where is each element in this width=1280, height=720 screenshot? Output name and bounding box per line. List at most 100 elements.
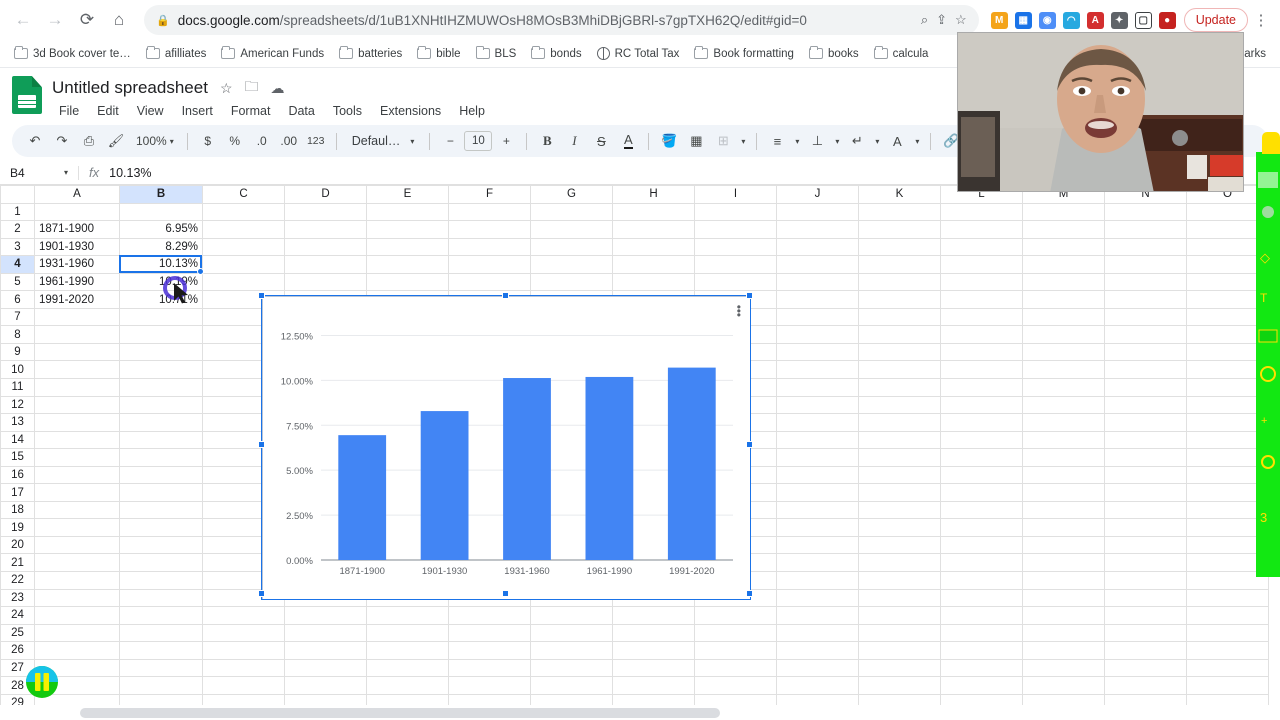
cell-L14[interactable] [940, 430, 1023, 450]
cell-B24[interactable] [119, 606, 203, 625]
back-button[interactable]: ← [8, 5, 38, 35]
cell-L9[interactable] [940, 342, 1023, 362]
row-header-17[interactable]: 17 [0, 483, 35, 502]
extension-grid-blue-icon[interactable]: ▦ [1014, 11, 1032, 29]
cell-I25[interactable] [694, 623, 777, 643]
cell-K8[interactable] [858, 325, 941, 344]
menu-tools[interactable]: Tools [326, 102, 369, 120]
bookmark-item[interactable]: American Funds [215, 45, 330, 63]
cell-J26[interactable] [776, 641, 859, 660]
forward-button[interactable]: → [40, 5, 70, 35]
chart-resize-handle-ml[interactable] [258, 441, 265, 448]
cell-B2[interactable]: 6.95% [119, 220, 203, 239]
cell-N22[interactable] [1104, 571, 1187, 590]
row-header-13[interactable]: 13 [0, 413, 35, 432]
cell-K28[interactable] [858, 676, 941, 695]
cell-G26[interactable] [530, 641, 613, 660]
cell-B19[interactable] [119, 518, 203, 537]
select-all-corner[interactable] [0, 185, 35, 204]
cell-B1[interactable] [119, 202, 203, 222]
cell-K1[interactable] [858, 202, 941, 222]
cell-F27[interactable] [448, 658, 531, 678]
bookmark-item[interactable]: batteries [333, 45, 408, 63]
row-header-2[interactable]: 2 [0, 220, 35, 239]
cell-L16[interactable] [940, 465, 1023, 485]
cell-K25[interactable] [858, 623, 941, 643]
column-header-C[interactable]: C [202, 185, 285, 204]
home-button[interactable]: ⌂ [104, 5, 134, 35]
chart-resize-handle-tl[interactable] [258, 292, 265, 299]
cell-C4[interactable] [202, 255, 285, 274]
cell-E25[interactable] [366, 623, 449, 643]
cell-A9[interactable] [34, 342, 120, 362]
zoom-selector[interactable]: 100% ▾ [130, 134, 180, 148]
cell-L29[interactable] [940, 693, 1023, 705]
cell-C5[interactable] [202, 272, 285, 292]
cell-H1[interactable] [612, 202, 695, 222]
search-icon[interactable]: ⌕ [921, 12, 928, 28]
cell-J12[interactable] [776, 395, 859, 415]
extension-orange-icon[interactable]: M [990, 11, 1008, 29]
cell-K6[interactable] [858, 290, 941, 309]
cell-E27[interactable] [366, 658, 449, 678]
column-header-D[interactable]: D [284, 185, 367, 204]
cell-J2[interactable] [776, 220, 859, 239]
cell-M10[interactable] [1022, 360, 1105, 380]
cell-K29[interactable] [858, 693, 941, 705]
cell-J22[interactable] [776, 571, 859, 590]
cell-L19[interactable] [940, 518, 1023, 537]
merge-dropdown-chevron-icon[interactable]: ▾ [737, 128, 749, 154]
cell-B17[interactable] [119, 483, 203, 502]
cell-K19[interactable] [858, 518, 941, 537]
cell-N24[interactable] [1104, 606, 1187, 625]
chart-options-kebab-icon[interactable]: • • • [737, 301, 741, 321]
cell-L24[interactable] [940, 606, 1023, 625]
cell-N27[interactable] [1104, 658, 1187, 678]
extension-person-icon[interactable]: ● [1158, 11, 1176, 29]
cell-M3[interactable] [1022, 237, 1105, 257]
cell-D2[interactable] [284, 220, 367, 239]
extension-pdf-icon[interactable]: A [1086, 11, 1104, 29]
cell-D24[interactable] [284, 606, 367, 625]
cell-J20[interactable] [776, 535, 859, 555]
cell-K7[interactable] [858, 307, 941, 327]
bookmark-item[interactable]: books [803, 45, 865, 63]
strikethrough-icon[interactable]: S [588, 128, 614, 154]
extension-target-icon[interactable]: ◉ [1038, 11, 1056, 29]
cell-A1[interactable] [34, 202, 120, 222]
cell-I4[interactable] [694, 255, 777, 274]
cell-G1[interactable] [530, 202, 613, 222]
star-icon[interactable]: ☆ [220, 80, 233, 97]
cell-H25[interactable] [612, 623, 695, 643]
cell-E28[interactable] [366, 676, 449, 695]
column-header-E[interactable]: E [366, 185, 449, 204]
cell-N13[interactable] [1104, 413, 1187, 432]
merge-cells-icon[interactable]: ⊞ [710, 128, 736, 154]
row-header-11[interactable]: 11 [0, 378, 35, 397]
cell-J17[interactable] [776, 483, 859, 502]
name-box[interactable]: B4 ▾ [0, 166, 78, 180]
cell-D3[interactable] [284, 237, 367, 257]
cell-H29[interactable] [612, 693, 695, 705]
cell-J29[interactable] [776, 693, 859, 705]
cell-A4[interactable]: 1931-1960 [34, 255, 120, 274]
cell-L17[interactable] [940, 483, 1023, 502]
cell-L28[interactable] [940, 676, 1023, 695]
cell-B6[interactable]: 10.71% [119, 290, 203, 309]
cell-H28[interactable] [612, 676, 695, 695]
cell-D1[interactable] [284, 202, 367, 222]
row-header-15[interactable]: 15 [0, 448, 35, 467]
cell-L3[interactable] [940, 237, 1023, 257]
row-header-16[interactable]: 16 [0, 465, 35, 485]
cell-M23[interactable] [1022, 588, 1105, 608]
cell-L13[interactable] [940, 413, 1023, 432]
text-wrap-icon[interactable]: ↵ [844, 128, 870, 154]
cell-L23[interactable] [940, 588, 1023, 608]
cell-I26[interactable] [694, 641, 777, 660]
cell-G5[interactable] [530, 272, 613, 292]
cell-M15[interactable] [1022, 448, 1105, 467]
webcam-video-overlay[interactable] [957, 32, 1244, 192]
menu-extensions[interactable]: Extensions [373, 102, 448, 120]
cell-N28[interactable] [1104, 676, 1187, 695]
cell-C25[interactable] [202, 623, 285, 643]
